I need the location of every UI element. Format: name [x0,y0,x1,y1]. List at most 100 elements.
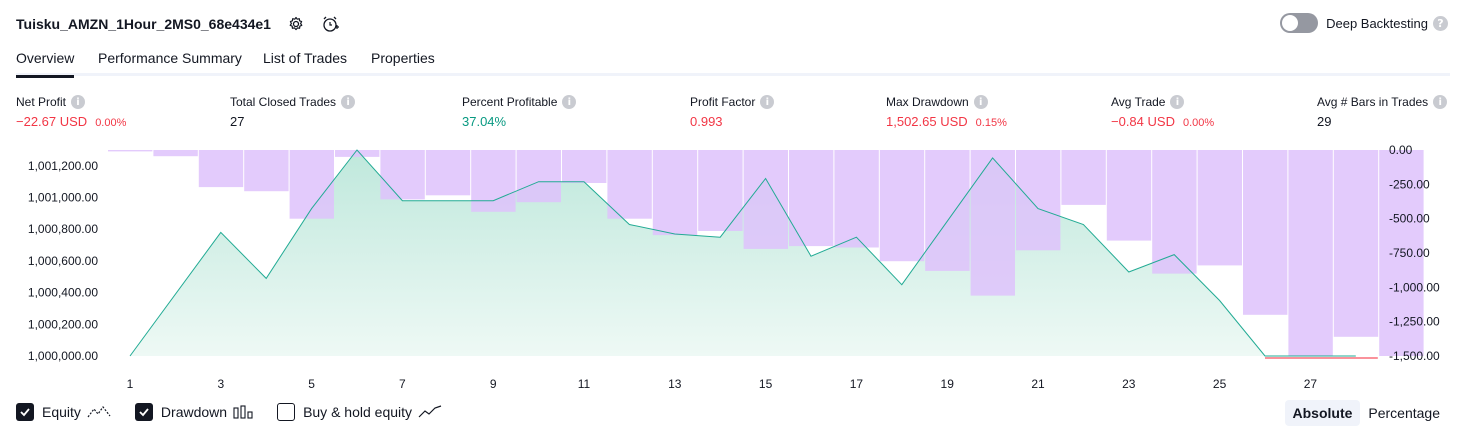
legend-buy-hold[interactable]: Buy & hold equity [277,403,442,421]
info-icon[interactable]: i [71,95,86,109]
metric-avg-trade: Avg Trade i −0.84 USD 0.00% [1111,94,1214,129]
metric-value: 37.04% [462,114,507,129]
drawdown-bar [1243,150,1288,315]
drawdown-bar [607,150,652,219]
add-alert-icon[interactable] [321,15,339,33]
drawdown-bar [153,150,198,157]
metric-profit-factor: Profit Factor i 0.993 [690,94,775,129]
x-axis-tick: 25 [1213,377,1227,391]
drawdown-bar [1333,150,1379,337]
metric-label: Avg # Bars in Trades [1317,95,1429,109]
metric-total-closed-trades: Total Closed Trades i 27 [230,94,356,129]
info-icon[interactable]: i [1433,95,1448,109]
left-axis-tick: 1,000,000.00 [28,349,98,363]
drawdown-bar [834,150,879,248]
metric-percent-profitable: Percent Profitable i 37.04% [462,94,577,129]
metric-label: Percent Profitable [462,95,558,109]
absolute-button[interactable]: Absolute [1284,400,1361,426]
metric-percent: 0.00% [1182,117,1215,129]
right-axis-tick: -500.00 [1389,212,1430,226]
drawdown-bar [198,150,244,188]
drawdown-bar [1061,150,1106,205]
deep-backtesting-label: Deep Backtesting [1326,15,1428,31]
metric-value: 27 [230,114,245,129]
metric-percent: 0.15% [975,117,1007,129]
x-axis-tick: 13 [668,377,682,391]
x-axis-tick: 17 [850,377,864,391]
right-axis-tick: 0.00 [1389,143,1413,157]
metric-net-profit: Net Profit i −22.67 USD 0.00% [16,94,126,129]
drawdown-checkbox[interactable] [134,403,153,421]
x-axis-tick: 27 [1304,377,1318,391]
x-axis-tick: 7 [399,377,406,391]
metric-value: 0.993 [690,114,723,129]
drawdown-bar [789,150,834,247]
x-axis-tick: 15 [759,377,773,391]
info-icon[interactable]: i [341,95,356,109]
tab-list-of-trades[interactable]: List of Trades [263,50,347,66]
metric-value: −22.67 USD [16,114,88,129]
x-axis-tick: 9 [490,377,497,391]
left-axis-tick: 1,000,800.00 [28,222,98,236]
drawdown-bar [1288,150,1333,356]
info-icon[interactable]: i [1170,95,1185,109]
x-axis-tick: 21 [1031,377,1045,391]
drawdown-bar [380,150,425,200]
help-icon[interactable]: ? [1433,15,1448,31]
drawdown-bar [743,150,788,249]
legend-label: Drawdown [160,404,228,420]
drawdown-bar [562,150,607,183]
toggle-knob [1282,15,1299,31]
equity-drawdown-chart[interactable]: 1,001,200.00 1,001,000.00 1,000,800.00 1,00… [0,140,1466,395]
drawdown-bar [925,150,970,271]
drawdown-bars-icon [233,405,253,419]
drawdown-bar [1016,150,1061,251]
settings-icon[interactable] [287,15,305,33]
chart-legend: Equity Drawdown Buy & hold equity [16,403,466,421]
metric-label: Net Profit [16,95,67,109]
buy-hold-line-icon [418,405,442,418]
metric-label: Total Closed Trades [230,95,337,109]
legend-label: Buy & hold equity [303,404,413,420]
metric-value: 1,502.65 USD [886,114,968,129]
drawdown-bar [108,150,153,152]
right-axis-tick: -1,250.00 [1389,315,1440,329]
x-axis-tick: 1 [127,377,134,391]
right-axis-tick: -750.00 [1389,246,1430,260]
tab-bar: Overview Performance Summary List of Tra… [16,46,1450,78]
left-axis-tick: 1,000,400.00 [28,286,98,300]
info-icon[interactable]: i [562,95,577,109]
tab-properties[interactable]: Properties [371,50,435,66]
tab-overview[interactable]: Overview [16,50,75,78]
drawdown-bar [244,150,289,192]
drawdown-bar [425,150,471,196]
x-axis-tick: 11 [578,377,591,391]
tab-performance-summary[interactable]: Performance Summary [98,50,242,66]
right-axis-tick: -250.00 [1389,177,1430,191]
metric-percent: 0.00% [95,117,127,129]
deep-backtesting: Deep Backtesting ? [1280,13,1448,33]
right-axis-tick: -1,000.00 [1389,280,1440,294]
info-icon[interactable]: i [973,95,988,109]
buy-hold-checkbox[interactable] [277,403,296,421]
left-axis-tick: 1,001,000.00 [28,191,98,205]
x-axis-tick: 3 [217,377,224,391]
left-axis-tick: 1,001,200.00 [28,159,98,173]
equity-line-icon [87,405,111,418]
deep-backtesting-toggle[interactable] [1280,13,1319,33]
drawdown-bar [879,150,925,262]
metric-label: Max Drawdown [886,95,969,109]
legend-drawdown[interactable]: Drawdown [134,403,253,421]
drawdown-bar [471,150,516,212]
metric-max-drawdown: Max Drawdown i 1,502.65 USD 0.15% [886,94,1007,129]
strategy-title: Tuisku_AMZN_1Hour_2MS0_68e434e1 [16,16,271,32]
drawdown-bar [652,150,698,236]
legend-equity[interactable]: Equity [16,403,111,421]
percentage-button[interactable]: Percentage [1360,400,1448,426]
x-axis-tick: 19 [941,377,955,391]
equity-checkbox[interactable] [16,403,34,421]
value-mode-switch: Absolute Percentage [1284,400,1449,426]
metric-value: 29 [1317,114,1332,129]
drawdown-bar [1106,150,1152,241]
info-icon[interactable]: i [760,95,775,109]
